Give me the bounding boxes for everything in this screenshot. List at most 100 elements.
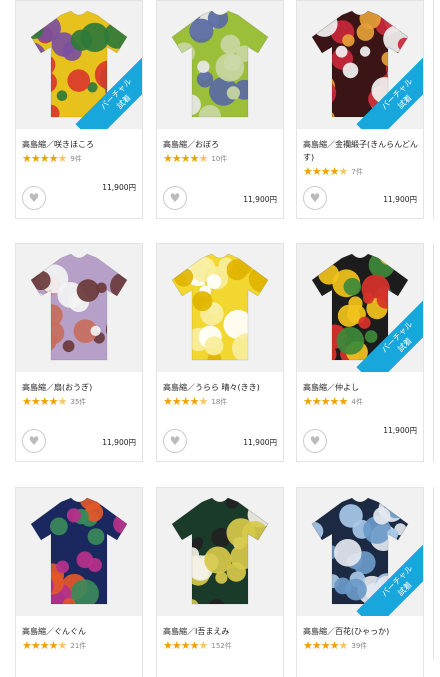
- product-title[interactable]: 高島縮／仲よし: [303, 381, 419, 394]
- star-icon: ★: [48, 395, 59, 408]
- review-count[interactable]: 7件: [351, 167, 362, 177]
- favorite-button[interactable]: ♥: [163, 429, 187, 453]
- star-icon: ★: [22, 639, 32, 652]
- product-card[interactable]: 高島縮／おぼろ ★ ★ ★ ★ ★ 10件 ♥ 11,900円: [156, 0, 284, 219]
- star-icon: ★: [171, 639, 182, 652]
- favorite-button[interactable]: ♥: [22, 429, 46, 453]
- product-image[interactable]: バーチャル 試着: [297, 1, 423, 129]
- star-rating: ★ ★ ★ ★ ★ 10件: [163, 153, 227, 165]
- heart-icon: ♥: [28, 434, 40, 448]
- product-image[interactable]: [157, 488, 283, 616]
- review-count[interactable]: 9件: [70, 154, 81, 164]
- product-title[interactable]: 高島縮／I吾まえみ: [163, 625, 279, 638]
- star-rating: ★ ★ ★ ★ ★ 7件: [303, 166, 363, 178]
- star-rating: ★ ★ ★ ★ ★ 35件: [22, 396, 86, 408]
- product-image[interactable]: バーチャル 試着: [297, 488, 423, 616]
- product-image[interactable]: [16, 488, 142, 616]
- star-icon: ★: [320, 395, 331, 408]
- product-price: 11,900円: [102, 183, 136, 192]
- star-icon: ★: [329, 395, 340, 408]
- heart-icon: ♥: [169, 434, 181, 448]
- star-icon: ★: [303, 395, 313, 408]
- product-card[interactable]: バーチャル 試着 高島縮／百花(ひゃっか) ★ ★ ★ ★ ★ 39件: [296, 487, 424, 677]
- star-icon: ★: [180, 395, 191, 408]
- product-title[interactable]: 高島縮／おぼろ: [163, 138, 279, 151]
- star-icon: ★: [171, 152, 182, 165]
- product-title[interactable]: 高島縮／咲きほころ: [22, 138, 138, 151]
- review-count[interactable]: 152件: [211, 641, 231, 651]
- review-count[interactable]: 4件: [351, 397, 362, 407]
- product-card[interactable]: バーチャル 試着高島縮／仲よし ★ ★ ★ ★ ★ 4件 ♥ 11,900円: [296, 243, 424, 462]
- review-count[interactable]: 35件: [70, 397, 86, 407]
- review-count[interactable]: 10件: [211, 154, 227, 164]
- product-price: 11,900円: [243, 195, 277, 204]
- star-icon: ★: [171, 395, 182, 408]
- star-icon: ★: [30, 152, 41, 165]
- t-shirt-image: [30, 497, 128, 605]
- product-price: 11,900円: [383, 195, 417, 204]
- star-icon: ★: [303, 639, 313, 652]
- product-card[interactable]: 高島縮／ぐんぐん ★ ★ ★ ★ ★ 21件: [15, 487, 143, 677]
- star-icon: ★: [22, 152, 32, 165]
- star-icon: ★: [39, 152, 50, 165]
- star-icon: ★: [48, 152, 59, 165]
- product-title[interactable]: 高島縮／金襴緞子(きんらんどんす): [303, 138, 419, 164]
- heart-icon: ♥: [169, 191, 181, 205]
- product-price: 11,900円: [383, 426, 417, 435]
- product-card[interactable]: バーチャル 試着 高島縮／咲きほころ ★ ★ ★ ★ ★ 9件 ♥ 11,900円: [15, 0, 143, 219]
- product-image[interactable]: バーチャル 試着: [297, 244, 423, 372]
- product-price: 11,900円: [102, 438, 136, 447]
- review-count[interactable]: 18件: [211, 397, 227, 407]
- star-icon: ★: [311, 165, 322, 178]
- product-image[interactable]: [16, 244, 142, 372]
- star-rating: ★ ★ ★ ★ ★ 4件: [303, 396, 363, 408]
- product-price: 11,900円: [243, 438, 277, 447]
- next-card-edge: [433, 0, 434, 219]
- star-icon: ★: [320, 165, 331, 178]
- star-rating: ★ ★ ★ ★ ★ 9件: [22, 153, 82, 165]
- favorite-button[interactable]: ♥: [303, 429, 327, 453]
- product-card[interactable]: 高島縮／I吾まえみ ★ ★ ★ ★ ★ 152件: [156, 487, 284, 677]
- star-icon: ★: [39, 639, 50, 652]
- star-icon: ★: [189, 395, 200, 408]
- star-icon: ★: [189, 639, 200, 652]
- favorite-button[interactable]: ♥: [303, 186, 327, 210]
- t-shirt-image: [30, 253, 128, 361]
- next-card-edge: [433, 243, 434, 462]
- star-rating: ★ ★ ★ ★ ★ 152件: [163, 640, 232, 652]
- star-icon: ★: [163, 152, 173, 165]
- product-card[interactable]: バーチャル 試着 高島縮／金襴緞子(きんらんどんす) ★ ★ ★ ★ ★ 7件 ♥ 11,900円: [296, 0, 424, 219]
- star-icon: ★: [180, 639, 191, 652]
- product-image[interactable]: [157, 244, 283, 372]
- favorite-button[interactable]: ♥: [163, 186, 187, 210]
- half-star-icon: ★: [57, 639, 68, 652]
- half-star-icon: ★: [198, 639, 209, 652]
- product-title[interactable]: 高島縮／うらら 晴々(きき): [163, 381, 279, 394]
- product-card[interactable]: 高島縮／うらら 晴々(きき) ★ ★ ★ ★ ★ 18件 ♥ 11,900円: [156, 243, 284, 462]
- half-star-icon: ★: [198, 152, 209, 165]
- product-card[interactable]: 高島縮／扇(おうぎ) ★ ★ ★ ★ ★ 35件 ♥ 11,900円: [15, 243, 143, 462]
- star-icon: ★: [30, 395, 41, 408]
- review-count[interactable]: 39件: [351, 641, 367, 651]
- half-star-icon: ★: [57, 395, 68, 408]
- half-star-icon: ★: [57, 152, 68, 165]
- product-image[interactable]: バーチャル 試着: [16, 1, 142, 129]
- star-icon: ★: [30, 639, 41, 652]
- star-rating: ★ ★ ★ ★ ★ 39件: [303, 640, 367, 652]
- favorite-button[interactable]: ♥: [22, 186, 46, 210]
- product-title[interactable]: 高島縮／扇(おうぎ): [22, 381, 138, 394]
- star-icon: ★: [320, 639, 331, 652]
- star-icon: ★: [338, 395, 349, 408]
- star-icon: ★: [329, 165, 340, 178]
- star-icon: ★: [303, 165, 313, 178]
- product-title[interactable]: 高島縮／ぐんぐん: [22, 625, 138, 638]
- star-icon: ★: [48, 639, 59, 652]
- heart-icon: ♥: [28, 191, 40, 205]
- half-star-icon: ★: [338, 639, 349, 652]
- heart-icon: ♥: [309, 191, 321, 205]
- product-image[interactable]: [157, 1, 283, 129]
- review-count[interactable]: 21件: [70, 641, 86, 651]
- product-title[interactable]: 高島縮／百花(ひゃっか): [303, 625, 419, 638]
- next-card-edge: [433, 487, 434, 660]
- star-icon: ★: [163, 639, 173, 652]
